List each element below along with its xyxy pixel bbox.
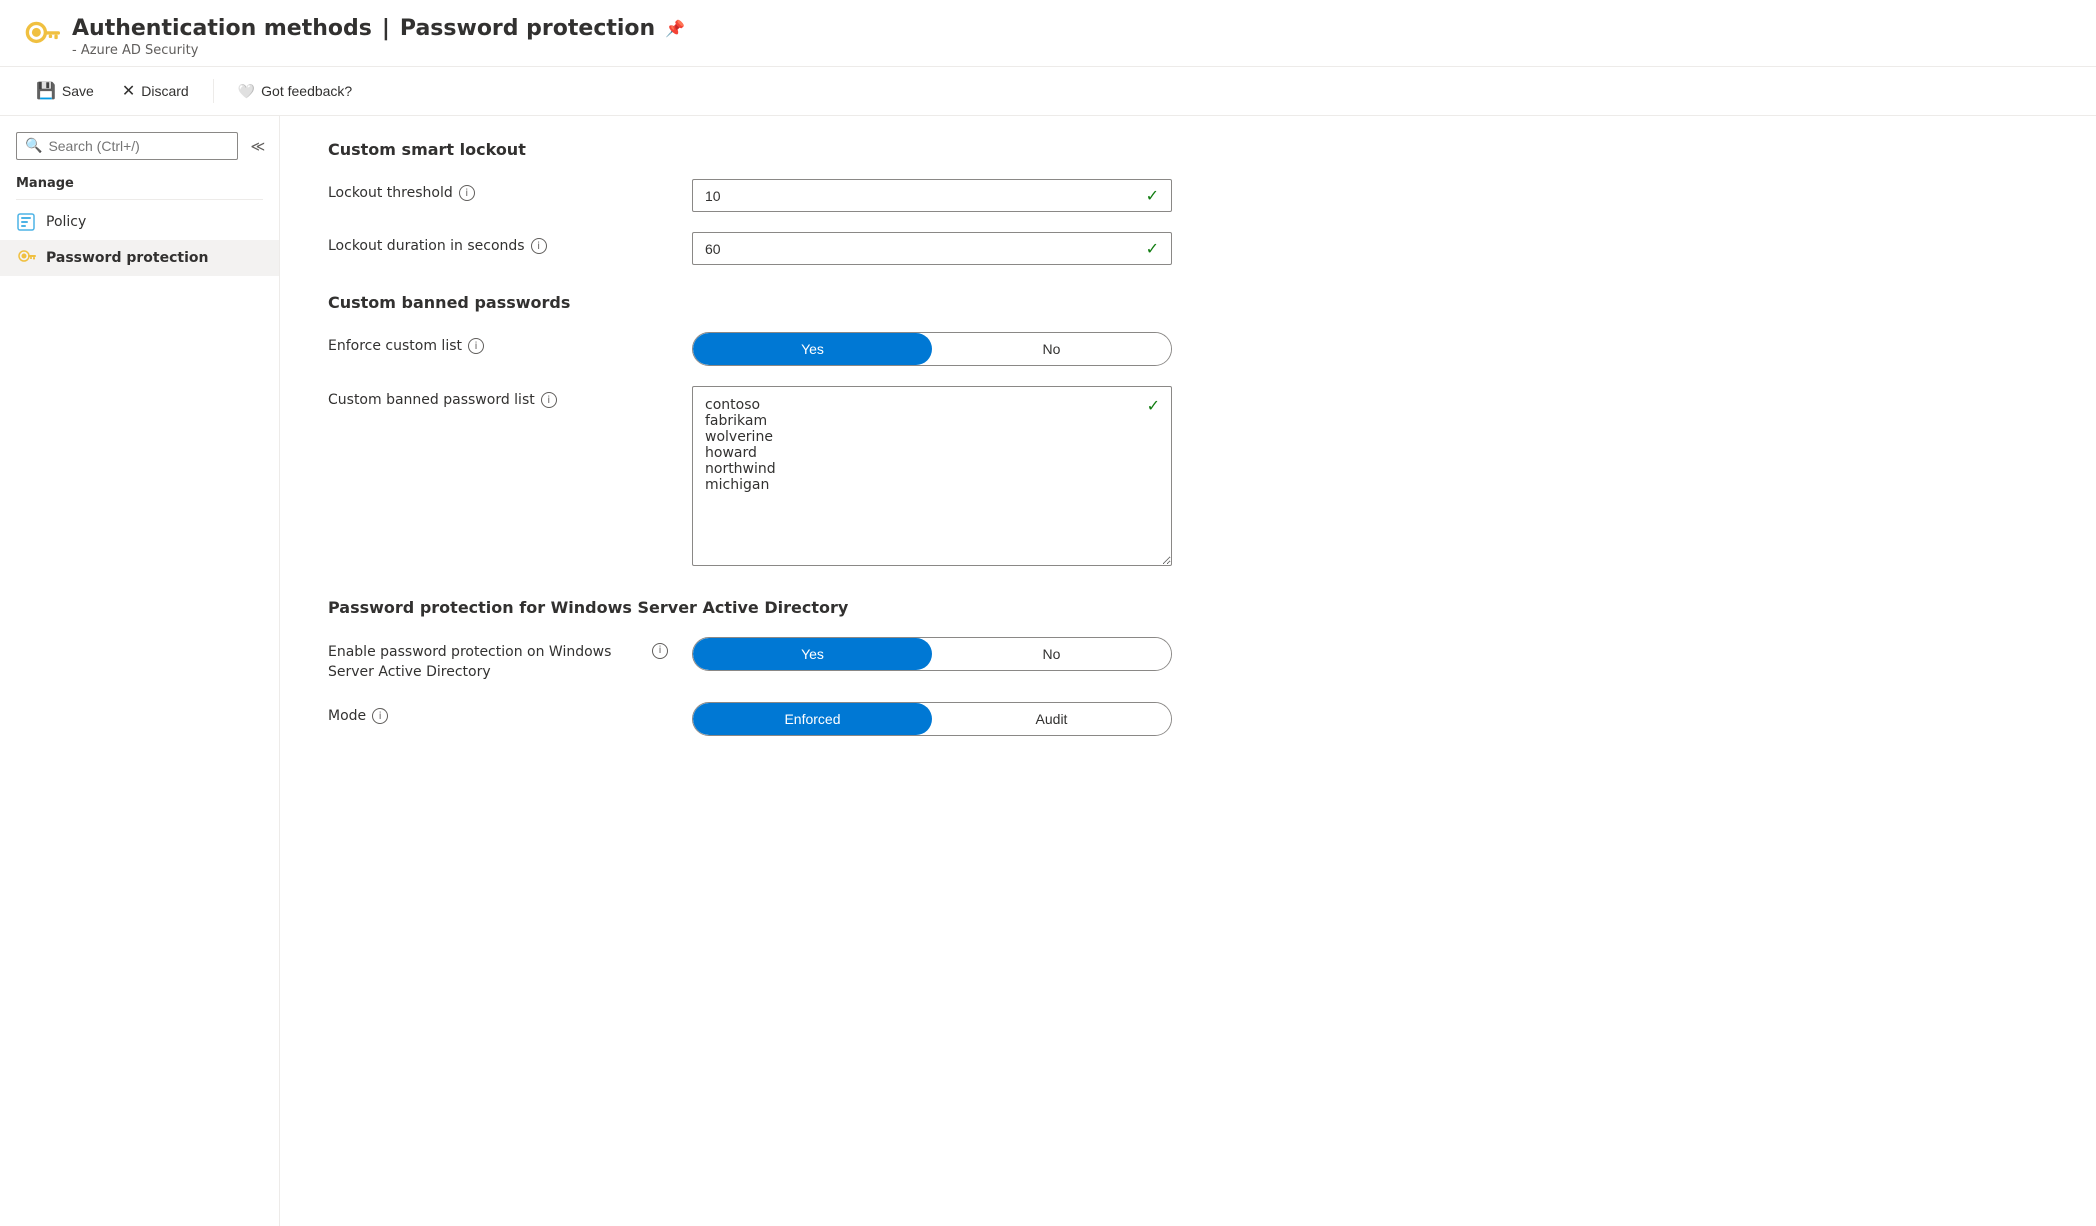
enable-protection-info-icon[interactable]: i (652, 643, 668, 659)
enable-protection-label: Enable password protection on Windows Se… (328, 637, 668, 682)
enforce-yes-button[interactable]: Yes (693, 333, 932, 365)
mode-control: Enforced Audit (692, 702, 1172, 736)
lockout-duration-check-icon: ✓ (1146, 239, 1159, 258)
enable-protection-control: Yes No (692, 637, 1172, 671)
key-icon (24, 20, 60, 56)
section3-title: Password protection for Windows Server A… (328, 598, 2048, 617)
banned-password-list-textarea[interactable]: contoso fabrikam wolverine howard northw… (692, 386, 1172, 566)
content-area: Custom smart lockout Lockout threshold i… (280, 116, 2096, 1226)
lockout-duration-row: Lockout duration in seconds i 60 ✓ (328, 232, 2048, 265)
lockout-threshold-input[interactable]: 10 (705, 188, 1146, 204)
feedback-label: Got feedback? (261, 83, 352, 99)
mode-info-icon[interactable]: i (372, 708, 388, 724)
page-header: Authentication methods | Password protec… (0, 0, 2096, 67)
save-icon: 💾 (36, 81, 56, 101)
discard-label: Discard (141, 83, 188, 99)
lockout-duration-input-wrapper: 60 ✓ (692, 232, 1172, 265)
feedback-heart-icon: 🤍 (238, 83, 255, 100)
sidebar-item-policy[interactable]: Policy (0, 204, 279, 240)
feedback-button[interactable]: 🤍 Got feedback? (226, 77, 365, 106)
enforce-custom-list-info-icon[interactable]: i (468, 338, 484, 354)
section1-title: Custom smart lockout (328, 140, 2048, 159)
sidebar-item-policy-label: Policy (46, 214, 86, 230)
discard-button[interactable]: ✕ Discard (110, 75, 201, 107)
policy-icon (16, 212, 36, 232)
page-title: Authentication methods | Password protec… (72, 16, 685, 41)
sidebar-manage-label: Manage (0, 168, 279, 195)
pin-icon[interactable]: 📌 (665, 19, 685, 38)
header-subtitle: - Azure AD Security (72, 43, 685, 58)
mode-toggle: Enforced Audit (692, 702, 1172, 736)
search-input[interactable] (48, 138, 229, 154)
banned-list-info-icon[interactable]: i (541, 392, 557, 408)
banned-password-list-control: contoso fabrikam wolverine howard northw… (692, 386, 1172, 570)
lockout-threshold-check-icon: ✓ (1146, 186, 1159, 205)
mode-enforced-button[interactable]: Enforced (693, 703, 932, 735)
save-label: Save (62, 83, 94, 99)
enforce-custom-list-row: Enforce custom list i Yes No (328, 332, 2048, 366)
lockout-duration-input[interactable]: 60 (705, 241, 1146, 257)
enforce-no-button[interactable]: No (932, 333, 1171, 365)
lockout-duration-label: Lockout duration in seconds i (328, 232, 668, 254)
search-container: 🔍 ≪ (0, 124, 279, 168)
lockout-threshold-row: Lockout threshold i 10 ✓ (328, 179, 2048, 212)
lockout-duration-info-icon[interactable]: i (531, 238, 547, 254)
title-separator: | (382, 16, 390, 41)
mode-row: Mode i Enforced Audit (328, 702, 2048, 736)
title-part1: Authentication methods (72, 16, 372, 41)
sidebar-item-password-protection[interactable]: Password protection (0, 240, 279, 276)
mode-label: Mode i (328, 702, 668, 724)
discard-icon: ✕ (122, 81, 135, 101)
sidebar-item-password-label: Password protection (46, 250, 208, 266)
banned-password-list-row: Custom banned password list i contoso fa… (328, 386, 2048, 570)
main-layout: 🔍 ≪ Manage Policy (0, 116, 2096, 1226)
section2-separator: Custom banned passwords (328, 293, 2048, 312)
password-protection-icon (16, 248, 36, 268)
enforce-custom-list-label: Enforce custom list i (328, 332, 668, 354)
banned-list-textarea-wrapper: contoso fabrikam wolverine howard northw… (692, 386, 1172, 570)
enforce-custom-list-control: Yes No (692, 332, 1172, 366)
lockout-threshold-label: Lockout threshold i (328, 179, 668, 201)
enable-protection-row: Enable password protection on Windows Se… (328, 637, 2048, 682)
collapse-sidebar-button[interactable]: ≪ (246, 134, 269, 159)
mode-audit-button[interactable]: Audit (932, 703, 1171, 735)
save-button[interactable]: 💾 Save (24, 75, 106, 107)
section3-separator: Password protection for Windows Server A… (328, 598, 2048, 617)
lockout-duration-control: 60 ✓ (692, 232, 1172, 265)
search-icon: 🔍 (25, 138, 42, 154)
header-text: Authentication methods | Password protec… (72, 16, 685, 58)
lockout-threshold-control: 10 ✓ (692, 179, 1172, 212)
enable-protection-toggle: Yes No (692, 637, 1172, 671)
section2-title: Custom banned passwords (328, 293, 2048, 312)
search-box[interactable]: 🔍 (16, 132, 238, 160)
toolbar: 💾 Save ✕ Discard 🤍 Got feedback? (0, 67, 2096, 116)
enable-no-button[interactable]: No (932, 638, 1171, 670)
lockout-threshold-input-wrapper: 10 ✓ (692, 179, 1172, 212)
banned-list-check-icon: ✓ (1147, 396, 1160, 415)
toolbar-divider (213, 79, 214, 103)
banned-password-list-label: Custom banned password list i (328, 386, 668, 408)
enforce-custom-list-toggle: Yes No (692, 332, 1172, 366)
sidebar-divider (16, 199, 263, 200)
title-part2: Password protection (400, 16, 655, 41)
sidebar: 🔍 ≪ Manage Policy (0, 116, 280, 1226)
enable-yes-button[interactable]: Yes (693, 638, 932, 670)
lockout-threshold-info-icon[interactable]: i (459, 185, 475, 201)
